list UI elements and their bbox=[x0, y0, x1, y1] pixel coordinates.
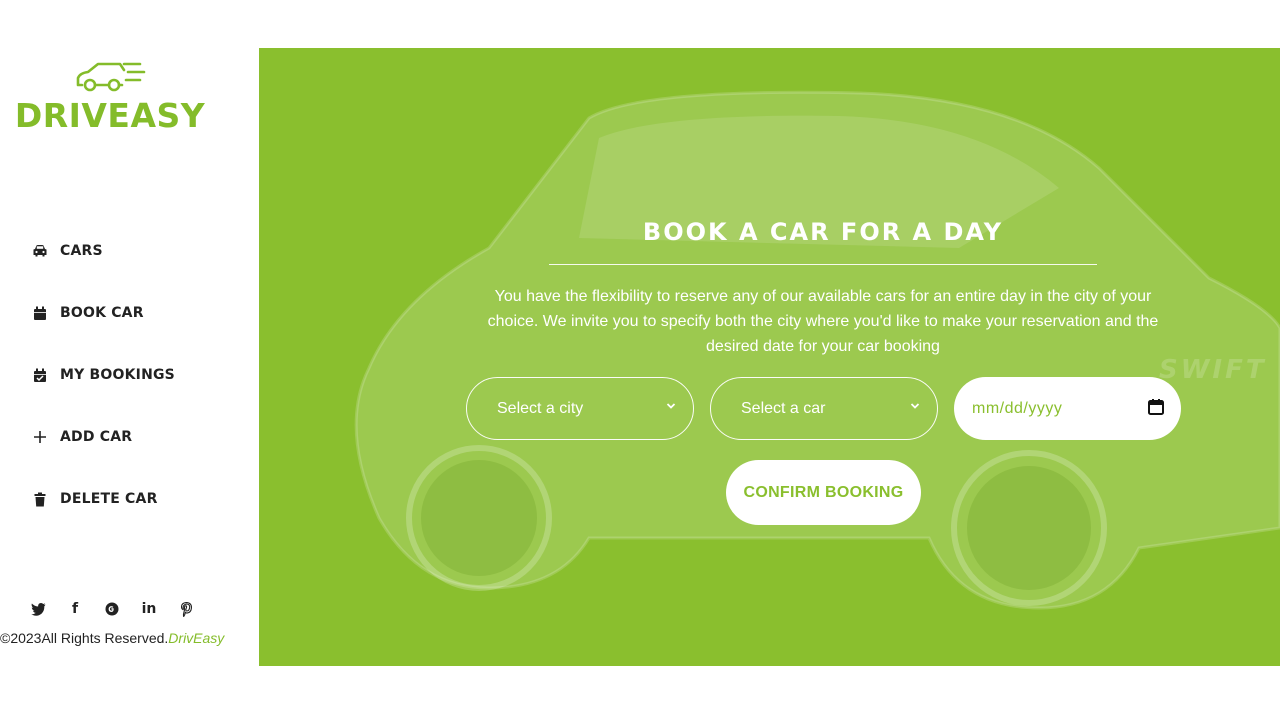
confirm-booking-button[interactable]: CONFIRM BOOKING bbox=[726, 460, 921, 525]
plus-icon bbox=[30, 427, 50, 447]
calendar-check-icon bbox=[30, 365, 50, 385]
page-title: BOOK A CAR FOR A DAY bbox=[642, 218, 1004, 246]
copyright-brand[interactable]: DrivEasy bbox=[168, 630, 224, 646]
social-links: f in bbox=[28, 598, 209, 620]
sidebar-item-label: ADD CAR bbox=[60, 429, 133, 445]
booking-panel: BOOK A CAR FOR A DAY You have the flexib… bbox=[259, 48, 1280, 666]
car-select[interactable]: Select a car bbox=[710, 377, 938, 440]
sidebar-item-cars[interactable]: CARS bbox=[30, 220, 175, 282]
city-select-value: Select a city bbox=[497, 399, 584, 417]
sidebar-item-label: DELETE CAR bbox=[60, 491, 158, 507]
title-divider bbox=[549, 264, 1097, 265]
hero-section: SWIFT BOOK A CAR FOR A DAY You have the … bbox=[259, 48, 1280, 666]
chevron-down-icon bbox=[910, 403, 920, 409]
google-plus-icon[interactable] bbox=[98, 598, 126, 620]
copyright-text: ©2023All Rights Reserved. bbox=[0, 630, 169, 646]
trash-icon bbox=[30, 489, 50, 509]
calendar-icon bbox=[30, 303, 50, 323]
sidebar-item-label: BOOK CAR bbox=[60, 305, 144, 321]
sidebar-item-add-car[interactable]: ADD CAR bbox=[30, 406, 175, 468]
sidebar-item-delete-car[interactable]: DELETE CAR bbox=[30, 468, 175, 530]
calendar-icon[interactable] bbox=[1147, 398, 1165, 416]
sidebar-item-label: MY BOOKINGS bbox=[60, 367, 175, 383]
car-logo-icon bbox=[76, 62, 146, 92]
linkedin-icon[interactable]: in bbox=[135, 598, 163, 620]
logo[interactable]: DRIVEASY bbox=[0, 56, 220, 135]
city-select[interactable]: Select a city bbox=[466, 377, 694, 440]
sidebar-nav: CARS BOOK CAR MY BOOKINGS ADD CAR DELETE… bbox=[30, 220, 175, 530]
facebook-icon[interactable]: f bbox=[61, 598, 89, 620]
brand-name: DRIVEASY bbox=[14, 96, 206, 135]
car-icon bbox=[30, 241, 50, 261]
date-placeholder: mm/dd/yyyy bbox=[972, 399, 1063, 417]
sidebar: DRIVEASY CARS BOOK CAR MY BOOKINGS ADD C… bbox=[0, 0, 259, 720]
chevron-down-icon bbox=[666, 403, 676, 409]
pinterest-icon[interactable] bbox=[172, 598, 200, 620]
booking-description: You have the flexibility to reserve any … bbox=[487, 288, 1159, 355]
date-input[interactable]: mm/dd/yyyy bbox=[954, 377, 1181, 440]
twitter-icon[interactable] bbox=[24, 598, 52, 620]
sidebar-item-label: CARS bbox=[60, 243, 103, 259]
sidebar-item-my-bookings[interactable]: MY BOOKINGS bbox=[30, 344, 175, 406]
sidebar-item-book-car[interactable]: BOOK CAR bbox=[30, 282, 175, 344]
copyright: ©2023All Rights Reserved.DrivEasy bbox=[0, 630, 224, 646]
car-select-value: Select a car bbox=[741, 399, 826, 417]
